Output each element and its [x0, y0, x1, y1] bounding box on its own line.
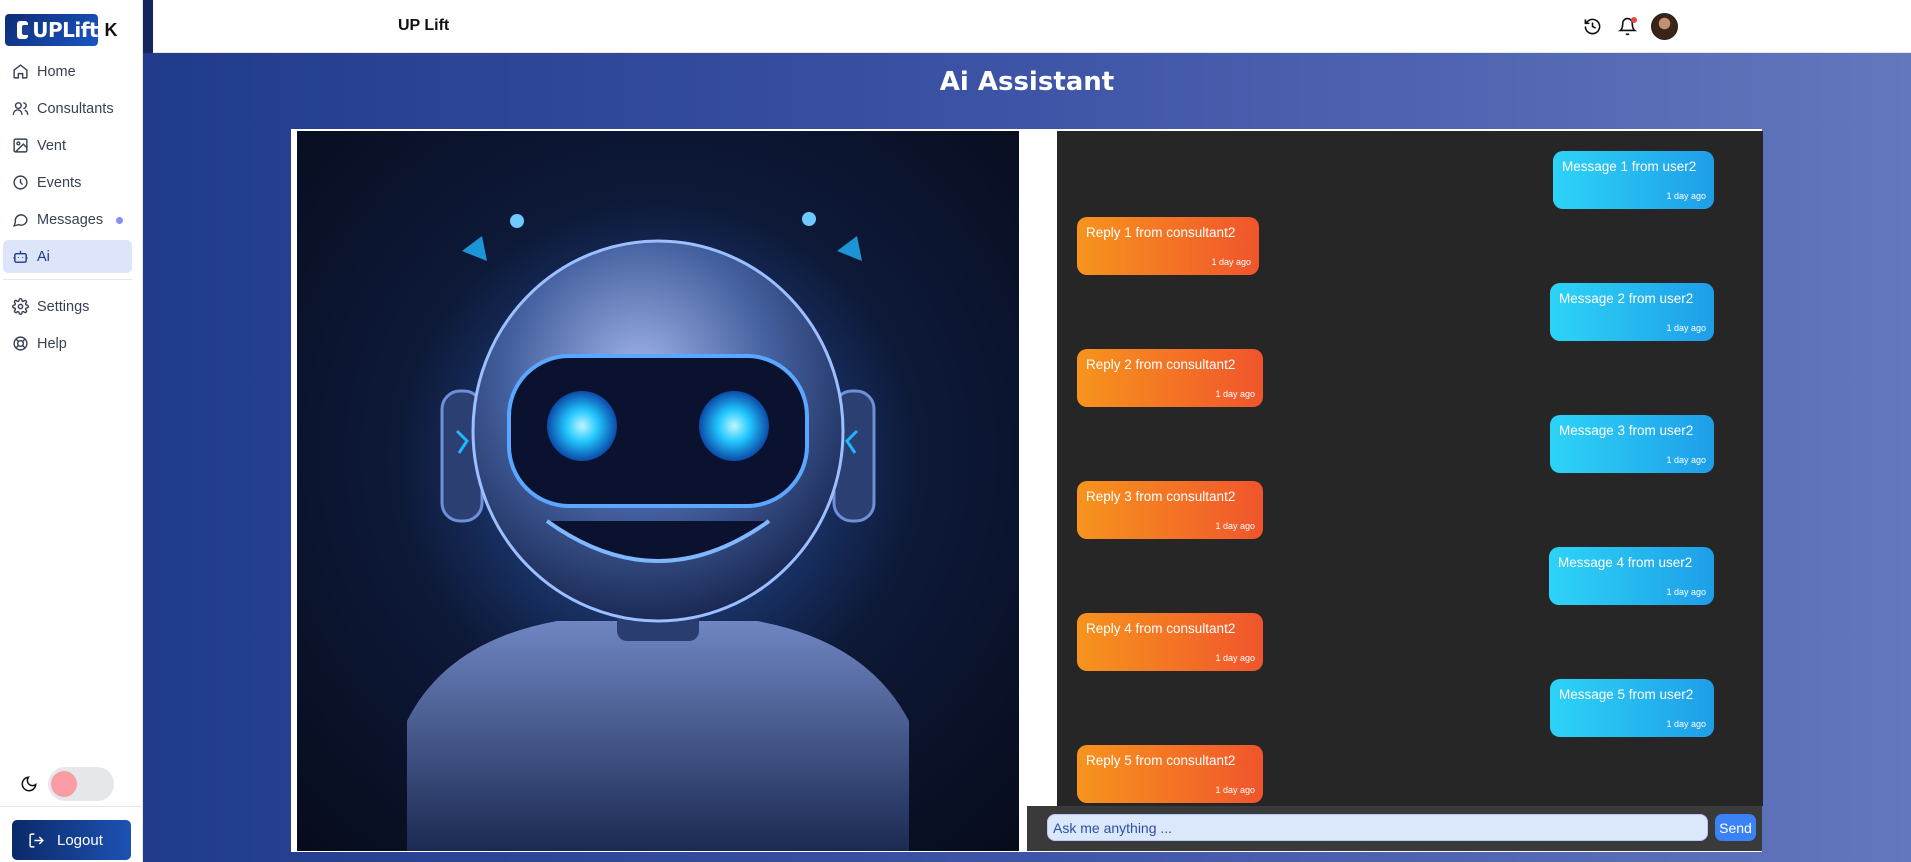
sidebar-item-label: Consultants	[37, 100, 114, 117]
robot-illustration	[297, 131, 1019, 851]
logout-label: Logout	[57, 831, 103, 849]
image-icon	[13, 138, 28, 153]
app-title: UP Lift	[398, 17, 450, 34]
message-time: 1 day ago	[1215, 785, 1255, 795]
brand-name: UPLift	[32, 18, 98, 42]
chat-messages[interactable]: Message 1 from user2 1 day ago Reply 1 f…	[1057, 131, 1763, 806]
sidebar-item-label: Ai	[37, 248, 50, 265]
sidebar-item-label: Help	[37, 335, 67, 352]
message-time: 1 day ago	[1211, 257, 1251, 267]
chat-message-ai: Reply 4 from consultant2 1 day ago	[1077, 613, 1263, 671]
message-text: Message 2 from user2	[1559, 291, 1694, 306]
chat-message-user: Message 4 from user2 1 day ago	[1549, 547, 1714, 605]
sidebar-item-label: Vent	[37, 137, 67, 154]
chat-message-user: Message 3 from user2 1 day ago	[1550, 415, 1714, 473]
chat-message-ai: Reply 1 from consultant2 1 day ago	[1077, 217, 1259, 275]
nav-divider	[3, 279, 132, 280]
unread-dot	[116, 217, 123, 224]
bell-icon[interactable]	[1616, 16, 1638, 38]
chat-message-user: Message 1 from user2 1 day ago	[1553, 151, 1714, 209]
message-text: Reply 3 from consultant2	[1086, 489, 1236, 504]
logout-icon	[29, 832, 44, 848]
chat-message-user: Message 2 from user2 1 day ago	[1550, 283, 1714, 341]
message-text: Reply 5 from consultant2	[1086, 753, 1236, 768]
assistant-panel: Message 1 from user2 1 day ago Reply 1 f…	[291, 129, 1763, 852]
bot-icon	[13, 250, 28, 263]
sidebar-item-events[interactable]: Events	[3, 166, 132, 199]
sidebar-item-vent[interactable]: Vent	[3, 129, 132, 162]
avatar[interactable]	[1651, 13, 1678, 40]
sidebar: UPLift K Home Consultants Vent Events Me…	[0, 0, 143, 862]
top-bar-accent	[143, 0, 153, 53]
clock-icon	[13, 175, 28, 190]
message-text: Message 1 from user2	[1562, 159, 1697, 174]
sidebar-item-home[interactable]: Home	[3, 55, 132, 88]
users-icon	[12, 102, 29, 115]
message-text: Message 3 from user2	[1559, 423, 1694, 438]
message-time: 1 day ago	[1666, 191, 1706, 201]
ask-input[interactable]	[1047, 814, 1708, 841]
sidebar-item-label: Events	[37, 174, 82, 191]
message-text: Message 4 from user2	[1558, 555, 1693, 570]
message-time: 1 day ago	[1215, 653, 1255, 663]
message-text: Message 5 from user2	[1559, 687, 1694, 702]
moon-icon	[21, 776, 37, 792]
brand: UPLift K	[5, 14, 124, 46]
home-icon	[13, 64, 28, 79]
sidebar-item-ai[interactable]: Ai	[3, 240, 132, 273]
message-time: 1 day ago	[1666, 323, 1706, 333]
chat-message-ai: Reply 2 from consultant2 1 day ago	[1077, 349, 1263, 407]
toggle-knob	[51, 771, 77, 797]
logout-button[interactable]: Logout	[12, 820, 131, 860]
history-icon[interactable]	[1581, 16, 1603, 38]
sidebar-item-consultants[interactable]: Consultants	[3, 92, 132, 125]
logout-area: Logout	[0, 806, 143, 862]
page-title: Ai Assistant	[939, 67, 1115, 97]
lifebuoy-icon	[13, 336, 28, 351]
sidebar-item-label: Home	[37, 63, 76, 80]
main-content: Ai Assistant Message 1 from user2 1 day …	[143, 53, 1911, 862]
sidebar-item-label: Settings	[37, 298, 90, 315]
send-button[interactable]: Send	[1715, 814, 1756, 841]
theme-toggle-row	[20, 767, 114, 801]
sidebar-nav: Home Consultants Vent Events Messages Ai…	[3, 55, 132, 364]
theme-toggle[interactable]	[48, 767, 114, 801]
message-icon	[13, 214, 28, 227]
sidebar-item-label: Messages	[37, 211, 104, 228]
message-time: 1 day ago	[1666, 719, 1706, 729]
logo-icon	[17, 21, 31, 39]
message-text: Reply 1 from consultant2	[1086, 225, 1236, 240]
message-text: Reply 4 from consultant2	[1086, 621, 1236, 636]
robot-image	[398, 201, 918, 851]
message-text: Reply 2 from consultant2	[1086, 357, 1236, 372]
chat-message-user: Message 5 from user2 1 day ago	[1550, 679, 1714, 737]
collapse-icon[interactable]: K	[98, 14, 124, 46]
notification-dot	[1631, 16, 1637, 23]
chat-message-ai: Reply 3 from consultant2 1 day ago	[1077, 481, 1263, 539]
sidebar-item-help[interactable]: Help	[3, 327, 132, 360]
message-time: 1 day ago	[1215, 521, 1255, 531]
brand-logo[interactable]: UPLift	[5, 14, 98, 46]
message-time: 1 day ago	[1666, 587, 1706, 597]
sidebar-item-settings[interactable]: Settings	[3, 290, 132, 323]
sidebar-item-messages[interactable]: Messages	[3, 203, 132, 236]
chat-input-bar: Send	[1027, 806, 1762, 851]
chat-message-ai: Reply 5 from consultant2 1 day ago	[1077, 745, 1263, 803]
header-actions	[1581, 13, 1678, 40]
message-time: 1 day ago	[1666, 455, 1706, 465]
gear-icon	[12, 298, 29, 315]
message-time: 1 day ago	[1215, 389, 1255, 399]
